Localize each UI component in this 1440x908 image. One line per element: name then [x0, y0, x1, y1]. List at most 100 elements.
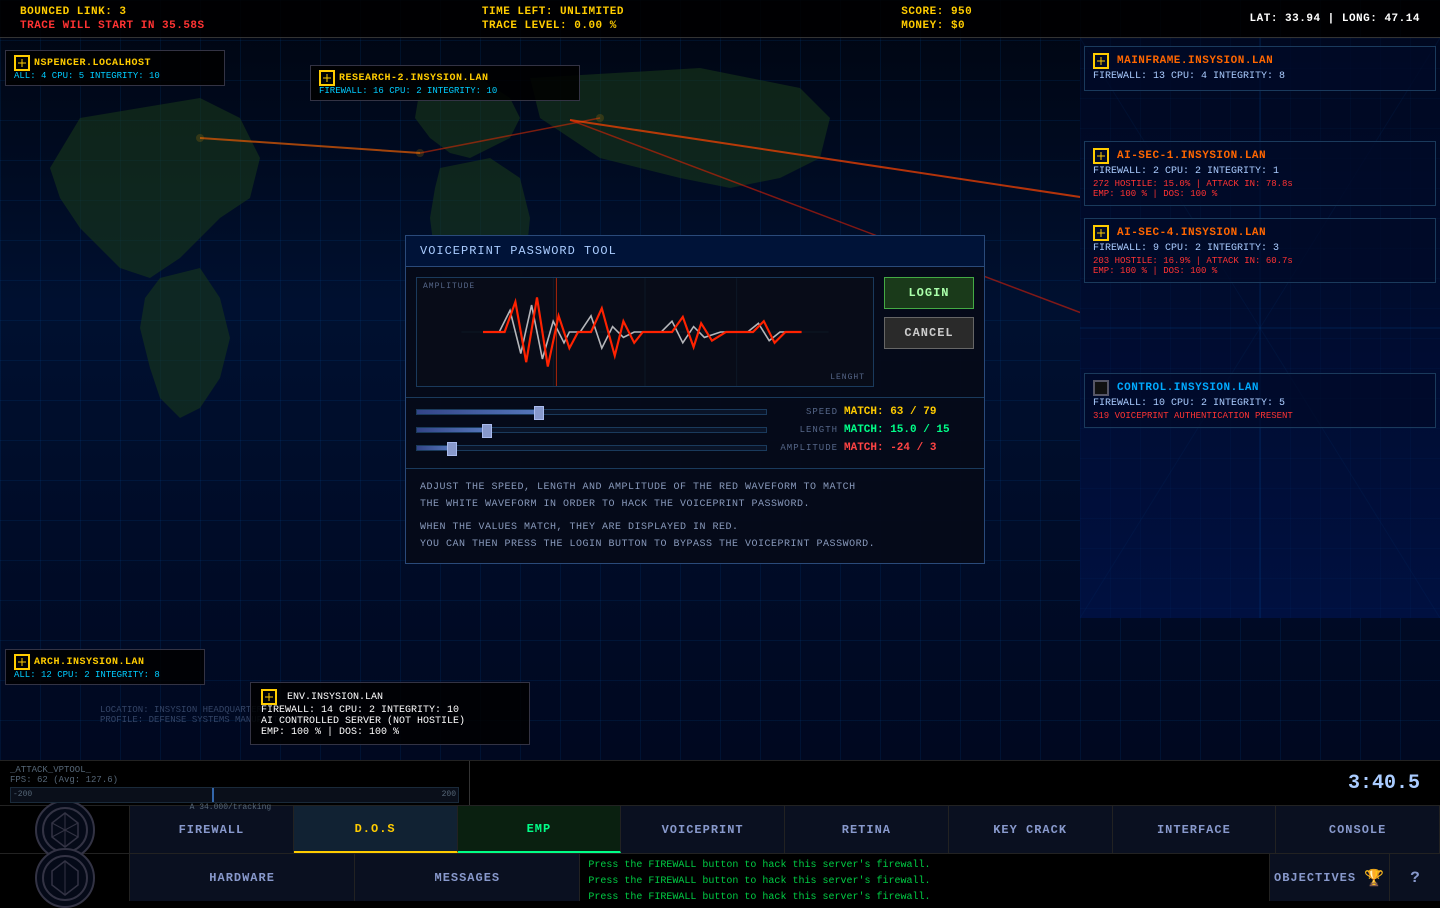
control-title: CONTROL.INSYSION.LAN	[1117, 382, 1259, 394]
objectives-label: OBJECTIVES	[1274, 871, 1356, 885]
arch-info: ALL: 12 CPU: 2 INTEGRITY: 8	[14, 670, 196, 680]
help-icon: ?	[1410, 869, 1420, 887]
research-info: FIREWALL: 16 CPU: 2 INTEGRITY: 10	[319, 86, 571, 96]
time-value: 3:40.5	[1348, 772, 1420, 795]
mainframe-node-card[interactable]: MAINFRAME.INSYSION.LAN FIREWALL: 13 CPU:…	[1084, 46, 1436, 91]
emp-button[interactable]: EMP	[458, 806, 622, 853]
bottom-spacer	[470, 761, 1328, 805]
key-crack-button[interactable]: KEY CRACK	[949, 806, 1113, 853]
right-panel: MAINFRAME.INSYSION.LAN FIREWALL: 13 CPU:…	[1080, 38, 1440, 618]
fps-bar: _ATTACK_VPTOOL_ FPS: 62 (Avg: 127.6) -20…	[0, 761, 470, 805]
time-display: 3:40.5	[1328, 761, 1440, 805]
sliders-section: SPEED MATCH: 63 / 79 LENGTH MATCH: 15.0 …	[406, 397, 984, 468]
modal-dialog: VOICEPRINT PASSWORD TOOL AMPLITUDE LENGH…	[405, 235, 985, 564]
spencer-title: NSPENCER.LOCALHOST	[34, 58, 151, 69]
env-ai: AI CONTROLLED SERVER (NOT HOSTILE)	[261, 716, 519, 727]
mainframe-info: FIREWALL: 13 CPU: 4 INTEGRITY: 8	[1093, 69, 1427, 84]
control-stats: 319 VOICEPRINT AUTHENTICATION PRESENT	[1093, 411, 1427, 421]
amplitude-label: AMPLITUDE	[773, 443, 838, 453]
help-button[interactable]: ?	[1390, 854, 1440, 901]
ai-sec4-stats2: EMP: 100 % | DOS: 100 %	[1093, 266, 1427, 276]
hardware-button[interactable]: HARDWARE	[130, 854, 355, 901]
length-label: LENGTH	[773, 425, 838, 435]
hud-center-right: SCORE: 950 MONEY: $0	[901, 6, 972, 32]
desc-line2: THE WHITE WAVEFORM IN ORDER TO HACK THE …	[420, 496, 970, 513]
speed-track[interactable]	[416, 409, 767, 415]
length-label: LENGHT	[830, 373, 865, 382]
ai-sec1-node-card[interactable]: AI-SEC-1.INSYSION.LAN FIREWALL: 2 CPU: 2…	[1084, 141, 1436, 206]
logo-icon-2	[35, 848, 95, 908]
spencer-crosshair	[14, 55, 30, 71]
logo-area-2	[0, 854, 130, 901]
bottom-bar: _ATTACK_VPTOOL_ FPS: 62 (Avg: 127.6) -20…	[0, 760, 1440, 900]
modal-buttons: LOGIN CANCEL	[884, 277, 974, 387]
env-firewall: FIREWALL: 14 CPU: 2 INTEGRITY: 10	[261, 705, 519, 716]
login-button[interactable]: LOGIN	[884, 277, 974, 309]
timeline-left: -200	[13, 790, 32, 799]
research-title: RESEARCH-2.INSYSION.LAN	[339, 73, 489, 84]
desc-line1: ADJUST THE SPEED, LENGTH AND AMPLITUDE O…	[420, 479, 970, 496]
retina-button[interactable]: RETINA	[785, 806, 949, 853]
modal-title: VOICEPRINT PASSWORD TOOL	[406, 236, 984, 267]
length-handle[interactable]	[482, 424, 492, 438]
ai-sec4-title: AI-SEC-4.INSYSION.LAN	[1117, 227, 1266, 239]
env-node[interactable]: ENV.INSYSION.LAN FIREWALL: 14 CPU: 2 INT…	[250, 682, 530, 745]
mainframe-title: MAINFRAME.INSYSION.LAN	[1117, 55, 1273, 67]
amplitude-track[interactable]	[416, 445, 767, 451]
ai-sec1-info: FIREWALL: 2 CPU: 2 INTEGRITY: 1	[1093, 164, 1427, 179]
control-node-card[interactable]: CONTROL.INSYSION.LAN FIREWALL: 10 CPU: 2…	[1084, 373, 1436, 428]
ai-sec1-crosshair	[1093, 148, 1109, 164]
cancel-button[interactable]: CANCEL	[884, 317, 974, 349]
hud-left: BOUNCED LINK: 3 TRACE WILL START IN 35.5…	[20, 6, 205, 32]
speed-label: SPEED	[773, 407, 838, 417]
mainframe-crosshair	[1093, 53, 1109, 69]
time-left: TIME LEFT: UNLIMITED	[482, 6, 624, 18]
objectives-button[interactable]: OBJECTIVES 🏆	[1270, 854, 1390, 901]
top-hud: BOUNCED LINK: 3 TRACE WILL START IN 35.5…	[0, 0, 1440, 38]
voiceprint-button[interactable]: VOICEPRINT	[621, 806, 785, 853]
trace-level: TRACE LEVEL: 0.00 %	[482, 20, 624, 32]
ai-sec1-title: AI-SEC-1.INSYSION.LAN	[1117, 150, 1266, 162]
amplitude-label: AMPLITUDE	[423, 282, 475, 291]
timeline: -200 200	[10, 787, 459, 803]
console-button[interactable]: CONSOLE	[1276, 806, 1440, 853]
amplitude-handle[interactable]	[447, 442, 457, 456]
ai-sec1-stats2: EMP: 100 % | DOS: 100 %	[1093, 189, 1427, 199]
ai-sec4-node-card[interactable]: AI-SEC-4.INSYSION.LAN FIREWALL: 9 CPU: 2…	[1084, 218, 1436, 283]
ai-sec4-crosshair	[1093, 225, 1109, 241]
speed-match: MATCH: 63 / 79	[844, 406, 974, 418]
timeline-right: 200	[442, 790, 456, 799]
messages-button[interactable]: MESSAGES	[355, 854, 580, 901]
waveform-display: AMPLITUDE LENGHT	[416, 277, 874, 387]
speed-handle[interactable]	[534, 406, 544, 420]
waveform-svg	[417, 278, 873, 386]
env-title: ENV.INSYSION.LAN	[287, 692, 383, 703]
interface-button[interactable]: INTERFACE	[1113, 806, 1277, 853]
control-icon	[1093, 380, 1109, 396]
bottom-button-row: HARDWARE MESSAGES Press the FIREWALL but…	[0, 854, 1440, 901]
score: SCORE: 950	[901, 6, 972, 18]
lat-long: LAT: 33.94 | LONG: 47.14	[1250, 13, 1420, 25]
trophy-icon: 🏆	[1364, 868, 1385, 888]
messages-area: Press the FIREWALL button to hack this s…	[580, 854, 1270, 901]
speed-slider-row: SPEED MATCH: 63 / 79	[416, 406, 974, 418]
msg-line1: Press the FIREWALL button to hack this s…	[588, 858, 1261, 874]
env-crosshair	[261, 689, 277, 705]
length-match: MATCH: 15.0 / 15	[844, 424, 974, 436]
length-track[interactable]	[416, 427, 767, 433]
research-node[interactable]: RESEARCH-2.INSYSION.LAN FIREWALL: 16 CPU…	[310, 65, 580, 101]
arch-node[interactable]: ARCH.INSYSION.LAN ALL: 12 CPU: 2 INTEGRI…	[5, 649, 205, 685]
arch-crosshair	[14, 654, 30, 670]
spencer-node[interactable]: NSPENCER.LOCALHOST ALL: 4 CPU: 5 INTEGRI…	[5, 50, 225, 86]
amplitude-slider-row: AMPLITUDE MATCH: -24 / 3	[416, 442, 974, 454]
modal-description: ADJUST THE SPEED, LENGTH AND AMPLITUDE O…	[406, 468, 984, 563]
length-fill	[417, 428, 487, 432]
bottom-top-row: _ATTACK_VPTOOL_ FPS: 62 (Avg: 127.6) -20…	[0, 761, 1440, 806]
ai-sec4-stats1: 203 HOSTILE: 16.9% | ATTACK IN: 60.7s	[1093, 256, 1427, 266]
ai-sec4-info: FIREWALL: 9 CPU: 2 INTEGRITY: 3	[1093, 241, 1427, 256]
hud-center-left: TIME LEFT: UNLIMITED TRACE LEVEL: 0.00 %	[482, 6, 624, 32]
length-slider-row: LENGTH MATCH: 15.0 / 15	[416, 424, 974, 436]
bounced-link: BOUNCED LINK: 3	[20, 6, 205, 18]
fps-value: FPS: 62 (Avg: 127.6)	[10, 775, 118, 785]
research-crosshair	[319, 70, 335, 86]
